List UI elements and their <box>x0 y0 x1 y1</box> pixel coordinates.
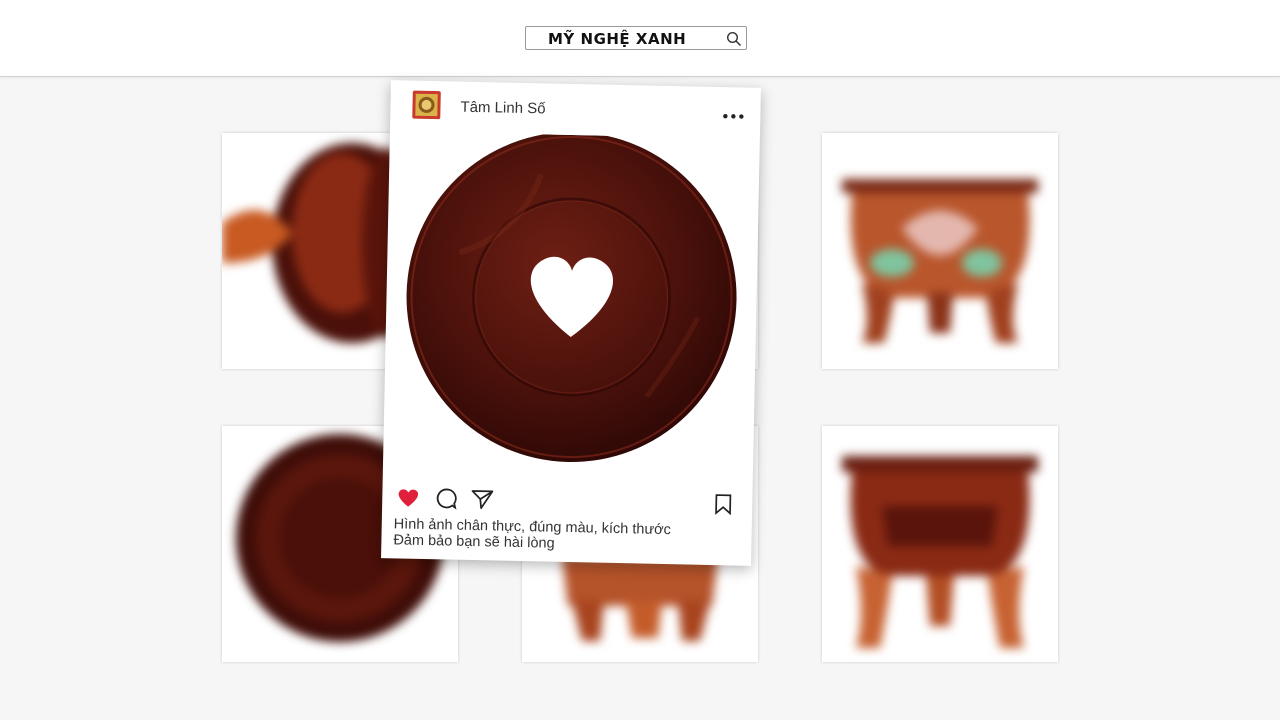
gallery-tile-three-legged-pot[interactable] <box>822 426 1058 662</box>
like-icon[interactable] <box>396 486 420 508</box>
share-icon[interactable] <box>470 488 494 510</box>
post-card: Tâm Linh Số Hình ảnh chân thực, đúng màu… <box>381 80 761 566</box>
bookmark-icon[interactable] <box>714 493 732 516</box>
gallery-tile-lotus-pot[interactable] <box>822 133 1058 369</box>
top-bar: MỸ NGHỆ XANH <box>0 0 1280 77</box>
comment-icon[interactable] <box>434 487 458 510</box>
post-photo[interactable] <box>394 131 748 485</box>
round-wooden-stand-image <box>406 132 737 463</box>
search-box[interactable]: MỸ NGHỆ XANH <box>525 26 747 50</box>
more-options-icon[interactable] <box>722 113 744 119</box>
search-icon[interactable] <box>726 31 742 47</box>
post-username[interactable]: Tâm Linh Số <box>460 99 545 118</box>
search-text: MỸ NGHỆ XANH <box>548 30 687 48</box>
brand-logo[interactable] <box>412 90 441 120</box>
post-caption: Hình ảnh chân thực, đúng màu, kích thước… <box>393 516 740 555</box>
post-actions <box>394 484 740 517</box>
